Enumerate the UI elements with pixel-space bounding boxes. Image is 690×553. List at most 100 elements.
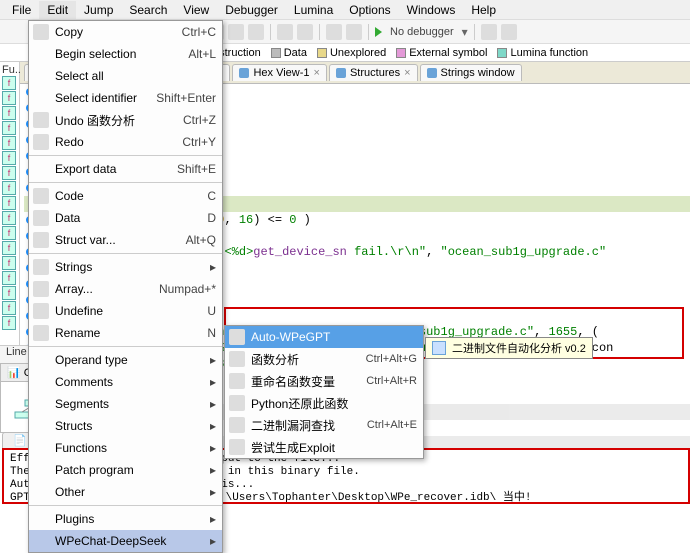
toolbar-icon[interactable] [277, 24, 293, 40]
submenu-item-icon [229, 373, 245, 389]
menu-item[interactable]: Plugins [29, 508, 222, 530]
menu-debugger[interactable]: Debugger [217, 1, 286, 19]
function-item[interactable]: f [2, 121, 16, 135]
submenu-item[interactable]: Auto-WPeGPT [225, 326, 423, 348]
menu-item-icon [33, 440, 49, 456]
function-item[interactable]: f [2, 301, 16, 315]
menu-item-icon [33, 396, 49, 412]
toolbar-icon[interactable] [297, 24, 313, 40]
menu-item[interactable]: Other [29, 481, 222, 503]
function-item[interactable]: f [2, 136, 16, 150]
menu-item[interactable]: Comments [29, 371, 222, 393]
functions-window-label: Fu.. [2, 64, 21, 76]
tooltip-text: 二进制文件自动化分析 v0.2 [452, 340, 586, 356]
menu-item[interactable]: DataD [29, 207, 222, 229]
menu-item[interactable]: Structs [29, 415, 222, 437]
menu-item-icon [33, 90, 49, 106]
submenu-item-icon [229, 329, 245, 345]
menu-item[interactable]: Segments [29, 393, 222, 415]
menu-jump[interactable]: Jump [76, 1, 121, 19]
menu-item[interactable]: Strings [29, 256, 222, 278]
menu-item[interactable]: RedoCtrl+Y [29, 131, 222, 153]
menu-item[interactable]: Patch program [29, 459, 222, 481]
menu-item-icon [33, 418, 49, 434]
function-item[interactable]: f [2, 256, 16, 270]
menu-item-icon [33, 112, 49, 128]
chevron-down-icon[interactable]: ▾ [462, 25, 468, 39]
toolbar-icon[interactable] [228, 24, 244, 40]
menu-item[interactable]: Struct var...Alt+Q [29, 229, 222, 251]
no-debugger-label[interactable]: No debugger [386, 26, 458, 38]
menu-item[interactable]: Undo 函数分析Ctrl+Z [29, 109, 222, 131]
function-item[interactable]: f [2, 196, 16, 210]
menu-options[interactable]: Options [341, 1, 398, 19]
menu-item-icon [33, 232, 49, 248]
run-icon[interactable] [375, 27, 382, 37]
menu-item-icon [33, 24, 49, 40]
toolbar-icon[interactable] [326, 24, 342, 40]
menu-item[interactable]: Array...Numpad+* [29, 278, 222, 300]
function-item[interactable]: f [2, 166, 16, 180]
wpechat-submenu: Auto-WPeGPT函数分析Ctrl+Alt+G重命名函数变量Ctrl+Alt… [224, 325, 424, 459]
tab-structures[interactable]: Structures× [329, 64, 418, 81]
menu-item[interactable]: WPeChat-DeepSeek [29, 530, 222, 552]
submenu-item[interactable]: 尝试生成Exploit [225, 436, 423, 458]
chip-lumina: Lumina function [510, 47, 588, 59]
menu-item[interactable]: RenameN [29, 322, 222, 344]
close-icon[interactable]: × [314, 67, 320, 79]
menu-item[interactable]: Select all [29, 65, 222, 87]
function-item[interactable]: f [2, 91, 16, 105]
menu-item[interactable]: Export dataShift+E [29, 158, 222, 180]
submenu-item[interactable]: Python还原此函数 [225, 392, 423, 414]
menu-item[interactable]: Begin selectionAlt+L [29, 43, 222, 65]
function-item[interactable]: f [2, 226, 16, 240]
menu-item[interactable]: Functions [29, 437, 222, 459]
menu-item-icon [33, 134, 49, 150]
chip-data: Data [284, 47, 307, 59]
menu-item-icon [33, 303, 49, 319]
menu-item-icon [33, 161, 49, 177]
menu-search[interactable]: Search [121, 1, 175, 19]
toolbar-icon[interactable] [346, 24, 362, 40]
submenu-item[interactable]: 二进制漏洞查找Ctrl+Alt+E [225, 414, 423, 436]
submenu-item-icon [229, 351, 245, 367]
tab-hex-view[interactable]: Hex View-1× [232, 64, 326, 81]
menu-item[interactable]: CodeC [29, 185, 222, 207]
menu-edit[interactable]: Edit [39, 1, 76, 19]
toolbar-icon[interactable] [248, 24, 264, 40]
tab-strings[interactable]: Strings window [420, 64, 522, 81]
menu-item-icon [33, 46, 49, 62]
function-item[interactable]: f [2, 211, 16, 225]
menu-help[interactable]: Help [463, 1, 504, 19]
menu-item[interactable]: CopyCtrl+C [29, 21, 222, 43]
doc-icon [239, 68, 249, 78]
submenu-item[interactable]: 函数分析Ctrl+Alt+G [225, 348, 423, 370]
menu-item-icon [33, 188, 49, 204]
menu-windows[interactable]: Windows [399, 1, 464, 19]
menu-item[interactable]: UndefineU [29, 300, 222, 322]
toolbar-icon[interactable] [481, 24, 497, 40]
menu-view[interactable]: View [175, 1, 217, 19]
menu-item-icon [33, 462, 49, 478]
function-item[interactable]: f [2, 271, 16, 285]
function-item[interactable]: f [2, 316, 16, 330]
menu-item-icon [33, 484, 49, 500]
function-item[interactable]: f [2, 241, 16, 255]
menu-item-icon [33, 210, 49, 226]
edit-menu-dropdown: CopyCtrl+CBegin selectionAlt+LSelect all… [28, 20, 223, 553]
function-item[interactable]: f [2, 151, 16, 165]
menu-file[interactable]: File [4, 1, 39, 19]
chip-unexplored: Unexplored [330, 47, 386, 59]
menu-item-icon [33, 281, 49, 297]
doc-icon [427, 68, 437, 78]
menu-lumina[interactable]: Lumina [286, 1, 341, 19]
menu-item[interactable]: Select identifierShift+Enter [29, 87, 222, 109]
function-item[interactable]: f [2, 106, 16, 120]
function-item[interactable]: f [2, 76, 16, 90]
function-item[interactable]: f [2, 181, 16, 195]
toolbar-icon[interactable] [501, 24, 517, 40]
function-item[interactable]: f [2, 286, 16, 300]
menu-item[interactable]: Operand type [29, 349, 222, 371]
submenu-item[interactable]: 重命名函数变量Ctrl+Alt+R [225, 370, 423, 392]
close-icon[interactable]: × [404, 67, 410, 79]
